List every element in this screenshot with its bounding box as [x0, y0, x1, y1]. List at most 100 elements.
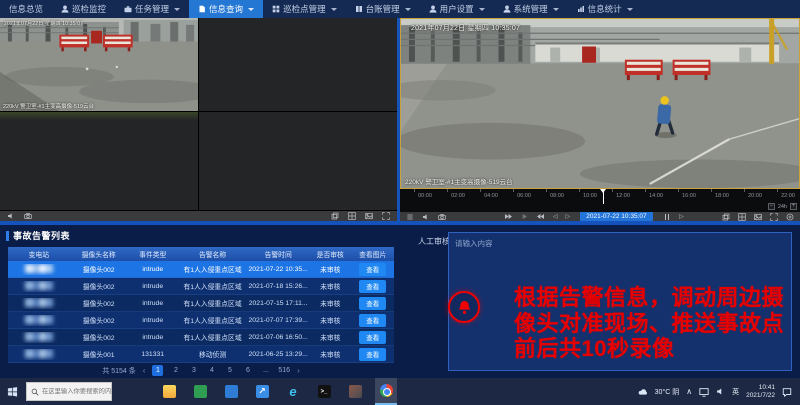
tick-label: 10:00	[579, 193, 601, 199]
main-video-player[interactable]: 2021年07月22日 星期四 10:35:07 220kV 警卫室-#1主变高…	[400, 18, 800, 189]
play-forward-icon[interactable]: ▷	[679, 214, 684, 220]
video-cell-empty[interactable]	[199, 18, 397, 111]
video-cell-empty[interactable]	[0, 112, 198, 210]
annotation-line: 根据告警信息，调动周边摄	[514, 285, 800, 311]
ime-indicator[interactable]: 英	[732, 387, 739, 397]
chrome-icon[interactable]	[375, 378, 397, 405]
fast-forward-icon[interactable]	[536, 213, 545, 220]
table-row[interactable]: 摄像头002 intrude 有1人入侵重点区域 2021-07-22 10:3…	[8, 261, 394, 278]
fullscreen-icon[interactable]	[382, 212, 390, 220]
table-row[interactable]: 摄像头002 intrude 有1人入侵重点区域 2021-07-06 16:5…	[8, 329, 394, 346]
pause-icon[interactable]	[665, 214, 670, 220]
annotation-text: 根据告警信息，调动周边摄 像头对准现场、推送事故点 前后共10秒录像	[514, 285, 800, 362]
zoom-in-button[interactable]: +	[790, 203, 797, 210]
zoom-out-button[interactable]: −	[768, 203, 775, 210]
page-button[interactable]: 516	[278, 365, 290, 376]
pagination: 共 5154 条 ‹ 1 2 3 4 5 6 ... 516 ›	[0, 365, 402, 376]
prev-page-button[interactable]: ‹	[143, 366, 146, 375]
col-alarm-time: 告警时间	[247, 249, 309, 259]
page-button[interactable]: 3	[188, 365, 199, 376]
video-timestamp: 2021年07月22日 星期四 10:35:07	[4, 20, 83, 27]
view-button[interactable]: 查看	[359, 297, 386, 310]
playback-timeline[interactable]: 00:00 02:00 04:00 06:00 08:00 10:00 12:0…	[400, 189, 800, 212]
grid-layout-icon[interactable]	[348, 212, 356, 220]
view-button[interactable]: 查看	[359, 280, 386, 293]
cell-time: 2021-07-22 10:35...	[247, 266, 309, 273]
image-icon[interactable]	[365, 212, 373, 220]
video-cell-live[interactable]: 2021年07月22日 星期四 10:35:07 220kV 警卫室-#1主变高…	[0, 18, 198, 111]
step-forward-icon[interactable]: ▷	[566, 214, 571, 220]
blue-app-icon[interactable]	[220, 378, 242, 405]
media-app-icon[interactable]	[344, 378, 366, 405]
nav-item-overview[interactable]: 信息总览	[0, 0, 52, 18]
page-button[interactable]: 1	[152, 365, 163, 376]
tick-label: 12:00	[612, 193, 634, 199]
start-button[interactable]	[0, 378, 24, 405]
page-button[interactable]: 2	[170, 365, 181, 376]
page-ellipsis[interactable]: ...	[260, 365, 271, 376]
weather-text[interactable]: 30°C 阴	[655, 387, 680, 397]
page-button[interactable]: 4	[206, 365, 217, 376]
chevron-down-icon	[248, 8, 254, 11]
table-row[interactable]: 摄像头002 intrude 有1人入侵重点区域 2021-07-18 15:2…	[8, 278, 394, 295]
nav-item-patrol-monitor[interactable]: 巡检监控	[52, 0, 115, 18]
fullscreen-icon[interactable]	[770, 213, 778, 221]
view-button[interactable]: 查看	[359, 263, 386, 276]
tick-label: 00:00	[414, 193, 436, 199]
next-page-button[interactable]: ›	[297, 366, 300, 375]
nav-item-info-query[interactable]: 信息查询	[189, 0, 263, 18]
nav-item-system-mgmt[interactable]: 系统管理	[494, 0, 568, 18]
weather-cloud-icon[interactable]	[638, 387, 648, 397]
green-app-icon[interactable]	[189, 378, 211, 405]
manual-review-panel: 人工审核 根据告警信息，调动周边摄 像头对准现场、推送事故点 前后共10秒录像	[402, 225, 800, 378]
terminal-icon[interactable]: >_	[313, 378, 335, 405]
search-input[interactable]	[42, 388, 112, 395]
view-button[interactable]: 查看	[359, 331, 386, 344]
tick-label: 22:00	[777, 193, 799, 199]
speaker-icon[interactable]	[422, 213, 430, 221]
timeline-playhead[interactable]	[603, 189, 604, 204]
play-icon[interactable]	[521, 213, 528, 220]
cell-view: 查看	[351, 348, 393, 361]
nav-item-task-mgmt[interactable]: 任务管理	[115, 0, 189, 18]
page-button[interactable]: 5	[224, 365, 235, 376]
snapshot-camera-icon[interactable]	[438, 213, 446, 221]
image-icon[interactable]	[754, 213, 762, 221]
step-back-icon[interactable]: ◁	[553, 214, 558, 220]
action-center-icon[interactable]	[782, 387, 792, 397]
table-row[interactable]: 摄像头002 intrude 有1人入侵重点区域 2021-07-07 17:3…	[8, 312, 394, 329]
view-button[interactable]: 查看	[359, 314, 386, 327]
copy-window-icon[interactable]	[722, 213, 730, 221]
nav-item-ledger-mgmt[interactable]: 台账管理	[346, 0, 420, 18]
rewind-icon[interactable]	[504, 213, 513, 220]
share-app-icon[interactable]: ↗	[251, 378, 273, 405]
video-cell-empty[interactable]	[199, 112, 397, 210]
review-label: 人工审核	[418, 236, 450, 247]
file-explorer-icon[interactable]	[158, 378, 180, 405]
volume-icon[interactable]	[716, 387, 725, 396]
table-row[interactable]: 摄像头001 131331 移动侦测 2021-06-25 13:29... 未…	[8, 346, 394, 363]
nav-item-info-stats[interactable]: 信息统计	[568, 0, 642, 18]
copy-window-icon[interactable]	[331, 212, 339, 220]
page-button[interactable]: 6	[242, 365, 253, 376]
snapshot-camera-icon[interactable]	[24, 212, 32, 220]
blurred-text	[25, 349, 53, 358]
nav-item-user-settings[interactable]: 用户设置	[420, 0, 494, 18]
speaker-icon[interactable]	[7, 212, 15, 220]
taskbar-search[interactable]	[26, 382, 112, 401]
taskbar-clock[interactable]: 10:41 2021/7/22	[746, 384, 775, 400]
table-row[interactable]: 摄像头002 intrude 有1人入侵重点区域 2021-07-15 17:1…	[8, 295, 394, 312]
nav-item-patrol-point-mgmt[interactable]: 巡检点管理	[263, 0, 346, 18]
view-button[interactable]: 查看	[359, 348, 386, 361]
display-icon[interactable]	[699, 387, 709, 397]
panel-title-text: 事故告警列表	[13, 229, 70, 242]
stream-list-icon[interactable]	[406, 213, 414, 221]
cell-name: 有1人入侵重点区域	[178, 298, 247, 308]
chevron-down-icon	[553, 8, 559, 11]
internet-explorer-icon[interactable]: e	[282, 378, 304, 405]
grid-layout-icon[interactable]	[738, 213, 746, 221]
col-substation: 变电站	[8, 249, 70, 259]
hidden-icons-chevron[interactable]: ∧	[686, 387, 692, 396]
timeline-ticks-strip	[414, 189, 798, 192]
zoom-plus-icon[interactable]	[786, 213, 794, 221]
